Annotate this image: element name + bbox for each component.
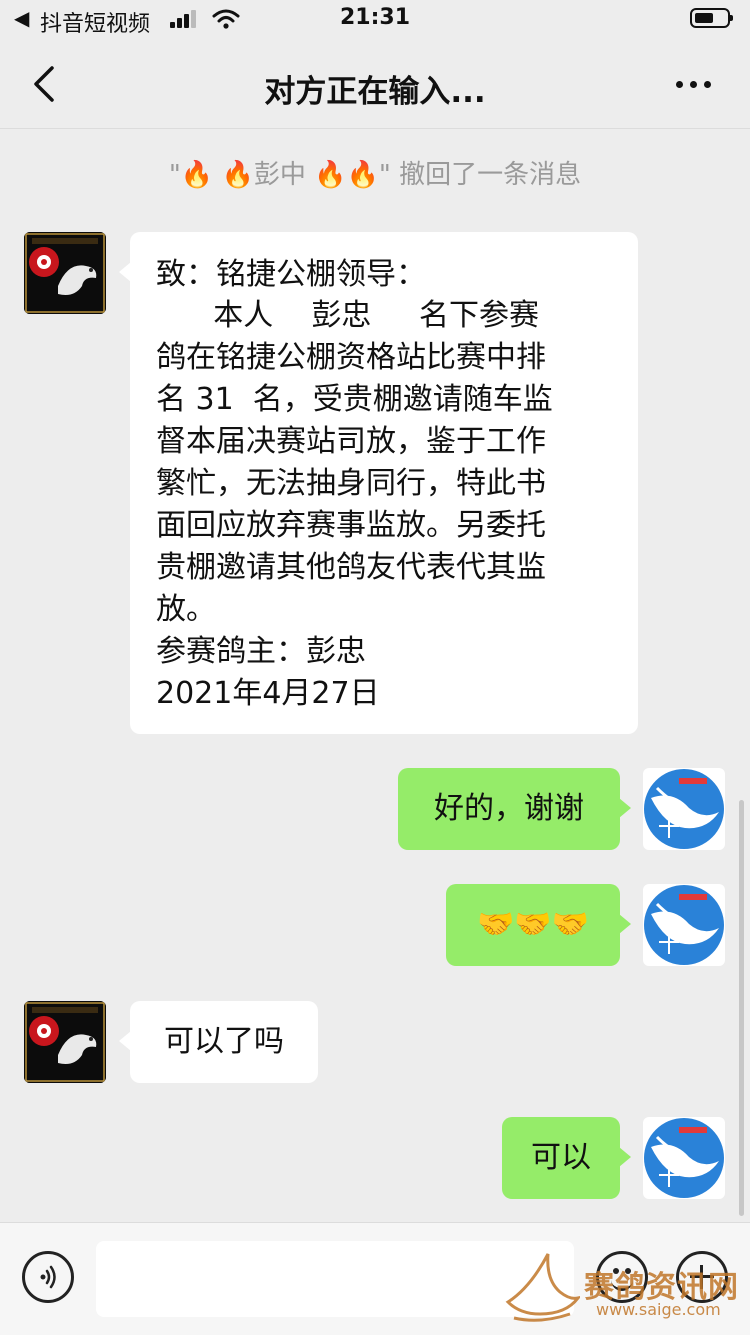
pigeon-avatar-icon [24, 232, 106, 314]
chat-title: 对方正在输入... [264, 74, 486, 110]
contact-avatar[interactable] [24, 1001, 106, 1083]
message-text: 好的，谢谢 [434, 791, 584, 826]
status-time: 21:31 [339, 5, 411, 30]
message-bubble-incoming[interactable]: 致：铭捷公棚领导： 本人 彭忠 名下参赛 鸽在铭捷公棚资格站比赛中排 名 31 … [119, 232, 638, 734]
my-avatar[interactable] [643, 884, 725, 966]
message-line: 致：铭捷公棚领导： [156, 257, 426, 292]
dove-scale-avatar-icon [644, 1118, 724, 1198]
my-avatar[interactable] [643, 768, 725, 850]
message-line: 2021年4月27日 [156, 676, 380, 711]
message-line: 鸽在铭捷公棚资格站比赛中排 [156, 340, 546, 375]
message-input[interactable] [96, 1241, 574, 1317]
message-bubble-incoming[interactable]: 可以了吗 [119, 1001, 318, 1083]
message-line: 参赛鸽主：彭忠 [156, 634, 366, 669]
chat-scrollbar[interactable] [739, 800, 744, 1216]
message-line: 繁忙，无法抽身同行，特此书 [156, 466, 546, 501]
message-bubble-outgoing[interactable]: 好的，谢谢 [398, 768, 631, 850]
recall-notice-text: 撤回了一条消息 [390, 160, 582, 190]
input-bar [0, 1222, 750, 1335]
my-avatar[interactable] [643, 1117, 725, 1199]
message-line: 面回应放弃赛事监放。另委托 [156, 508, 546, 543]
pigeon-avatar-icon [24, 1001, 106, 1083]
message-text: 可以 [531, 1140, 591, 1175]
plus-icon[interactable] [676, 1251, 728, 1303]
contact-avatar[interactable] [24, 232, 106, 314]
message-line: 放。 [156, 592, 216, 627]
status-bar: ◀ 抖音短视频 21:31 [0, 0, 750, 42]
more-options-icon[interactable] [666, 62, 722, 106]
recall-notice: "🔥 🔥彭中 🔥🔥" 撤回了一条消息 [0, 154, 750, 191]
dove-scale-avatar-icon [644, 769, 724, 849]
message-line: 督本届决赛站司放，鉴于工作 [156, 424, 546, 459]
message-line: 贵棚邀请其他鸽友代表代其监 [156, 550, 546, 585]
message-bubble-outgoing[interactable]: 可以 [502, 1117, 631, 1199]
message-bubble-outgoing[interactable]: 🤝🤝🤝 [446, 884, 631, 966]
message-text: 可以了吗 [164, 1024, 284, 1059]
message-text: 🤝🤝🤝 [476, 907, 590, 942]
emoji-icon[interactable] [596, 1251, 648, 1303]
chat-header: 对方正在输入... [0, 42, 750, 129]
message-line: 本人 彭忠 名下参赛 [156, 298, 540, 333]
recall-notice-sender: "🔥 🔥彭中 🔥🔥" [168, 160, 391, 190]
dove-scale-avatar-icon [644, 885, 724, 965]
message-line: 名 31 名，受贵棚邀请随车监 [156, 382, 553, 417]
voice-icon[interactable] [22, 1251, 74, 1303]
battery-icon [690, 8, 733, 28]
